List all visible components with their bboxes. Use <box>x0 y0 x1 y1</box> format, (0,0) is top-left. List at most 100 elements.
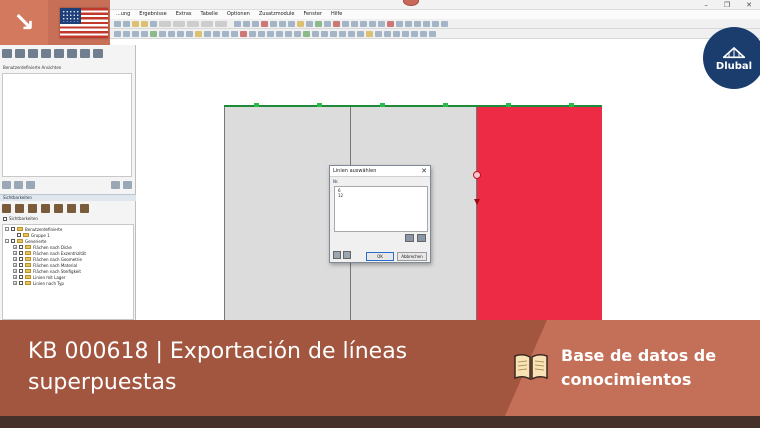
ok-button[interactable]: OK <box>366 252 394 261</box>
tool-button[interactable] <box>432 20 439 27</box>
delete-view-icon[interactable] <box>26 181 35 189</box>
cancel-button[interactable]: Abbrechen <box>397 252 427 261</box>
tool-button[interactable] <box>231 30 238 37</box>
tool-button[interactable] <box>375 30 382 37</box>
menu-item[interactable]: Hilfe <box>331 10 342 19</box>
tool-button[interactable] <box>261 20 268 27</box>
close-icon[interactable]: ✕ <box>421 166 427 177</box>
tool-button[interactable] <box>369 20 376 27</box>
surface-3-selected[interactable] <box>476 106 602 320</box>
results-icon[interactable] <box>41 49 51 58</box>
lines-list[interactable]: 6 12 <box>334 186 428 232</box>
tree-item[interactable]: + Linien nach Typ <box>13 280 64 286</box>
menu-item[interactable]: Ergebnisse <box>139 10 166 19</box>
tool-button[interactable] <box>270 20 277 27</box>
tool-button[interactable] <box>351 20 358 27</box>
visibility-icon[interactable] <box>41 204 50 213</box>
tool-button[interactable] <box>279 20 286 27</box>
views-icon[interactable] <box>28 49 38 58</box>
tool-button[interactable] <box>441 20 448 27</box>
tool-dropdown[interactable] <box>173 20 185 27</box>
list-icon[interactable] <box>80 49 90 58</box>
tool-button[interactable] <box>285 30 292 37</box>
node[interactable] <box>317 103 322 107</box>
tool-button[interactable] <box>150 20 157 27</box>
model-canvas[interactable] <box>137 40 760 320</box>
tool-button[interactable] <box>360 20 367 27</box>
menu-item[interactable]: Optionen <box>227 10 250 19</box>
tool-button[interactable] <box>384 30 391 37</box>
menu-item[interactable]: ...ung <box>116 10 130 19</box>
visibility-icon[interactable] <box>2 204 11 213</box>
top-line-selected[interactable] <box>224 105 602 107</box>
settings-icon[interactable] <box>343 251 351 259</box>
tool-button[interactable] <box>393 30 400 37</box>
tool-button[interactable] <box>414 20 421 27</box>
edit-view-icon[interactable] <box>14 181 23 189</box>
filter-icon[interactable] <box>67 49 77 58</box>
tool-button[interactable] <box>186 30 193 37</box>
tool-button[interactable] <box>303 30 310 37</box>
tool-button[interactable] <box>402 30 409 37</box>
tool-button[interactable] <box>243 20 250 27</box>
visibility-icon[interactable] <box>28 204 37 213</box>
tool-button[interactable] <box>420 30 427 37</box>
visibility-icon[interactable] <box>15 204 24 213</box>
tool-dropdown[interactable] <box>201 20 213 27</box>
display-icon[interactable] <box>15 49 25 58</box>
menu-item[interactable]: Fenster <box>303 10 322 19</box>
tool-button[interactable] <box>366 30 373 37</box>
pick-lines-icon[interactable] <box>405 234 414 242</box>
tool-button[interactable] <box>141 30 148 37</box>
tool-button[interactable] <box>429 30 436 37</box>
tool-button[interactable] <box>132 30 139 37</box>
data-icon[interactable] <box>2 49 12 58</box>
tool-button[interactable] <box>258 30 265 37</box>
visibility-icon[interactable] <box>54 204 63 213</box>
tool-button[interactable] <box>141 20 148 27</box>
tool-button[interactable] <box>315 20 322 27</box>
tool-dropdown[interactable] <box>159 20 171 27</box>
tool-button[interactable] <box>240 30 247 37</box>
tool-button[interactable] <box>132 20 139 27</box>
custom-views-list[interactable] <box>2 73 132 177</box>
tool-button[interactable] <box>204 30 211 37</box>
tool-button[interactable] <box>288 20 295 27</box>
menu-item[interactable]: Extras <box>176 10 192 19</box>
tool-button[interactable] <box>168 30 175 37</box>
tool-button[interactable] <box>405 20 412 27</box>
node[interactable] <box>254 103 259 107</box>
tool-button[interactable] <box>387 20 394 27</box>
tool-button[interactable] <box>342 20 349 27</box>
tool-button[interactable] <box>150 30 157 37</box>
tool-button[interactable] <box>252 20 259 27</box>
clear-list-icon[interactable] <box>417 234 426 242</box>
menu-item[interactable]: Zusatzmodule <box>259 10 295 19</box>
tool-button[interactable] <box>222 30 229 37</box>
tool-button[interactable] <box>324 20 331 27</box>
restore-icon[interactable]: ❐ <box>724 0 730 10</box>
visibility-icon[interactable] <box>80 204 89 213</box>
tool-button[interactable] <box>249 30 256 37</box>
minimize-icon[interactable]: – <box>704 0 708 10</box>
tool-button[interactable] <box>114 20 121 27</box>
tool-button[interactable] <box>123 20 130 27</box>
tool-button[interactable] <box>213 30 220 37</box>
tool-button[interactable] <box>312 30 319 37</box>
tool-button[interactable] <box>333 20 340 27</box>
tool-button[interactable] <box>114 30 121 37</box>
visibility-checkbox[interactable] <box>3 216 7 221</box>
tool-button[interactable] <box>195 30 202 37</box>
export-view-icon[interactable] <box>123 181 132 189</box>
tool-dropdown[interactable] <box>187 20 199 27</box>
tool-button[interactable] <box>294 30 301 37</box>
tool-button[interactable] <box>306 20 313 27</box>
tool-button[interactable] <box>396 20 403 27</box>
tool-button[interactable] <box>423 20 430 27</box>
tool-dropdown[interactable] <box>215 20 227 27</box>
tool-button[interactable] <box>297 20 304 27</box>
tool-button[interactable] <box>234 20 241 27</box>
grid-icon[interactable] <box>54 49 64 58</box>
table-icon[interactable] <box>93 49 103 58</box>
node[interactable] <box>443 103 448 107</box>
